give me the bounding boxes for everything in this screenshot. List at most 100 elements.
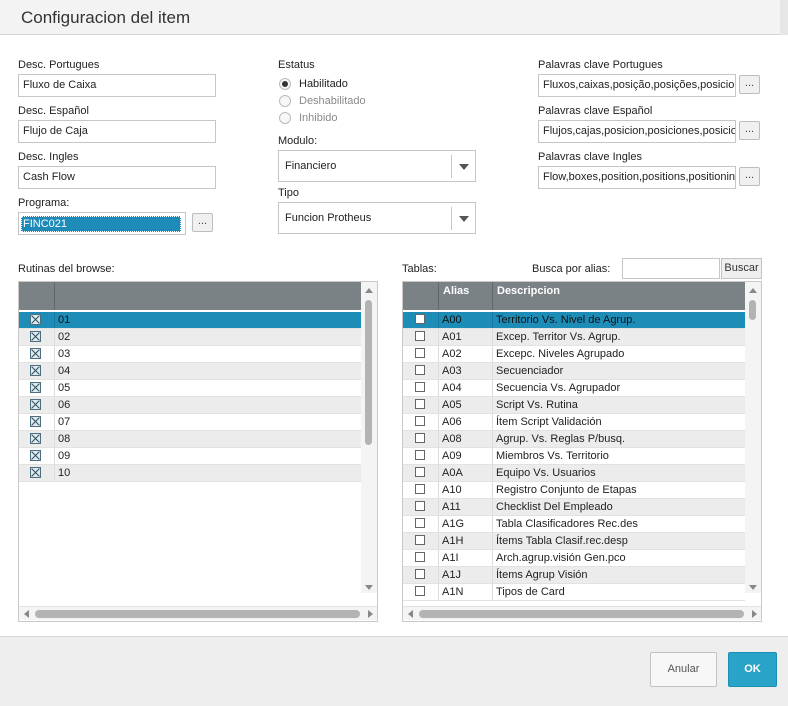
checkbox[interactable] xyxy=(415,569,425,579)
scroll-left-icon[interactable] xyxy=(24,610,29,618)
routine-row[interactable]: 02 xyxy=(19,329,361,346)
scroll-down-icon[interactable] xyxy=(365,585,373,590)
kw-portugues-button[interactable]: ... xyxy=(739,75,760,94)
checkbox[interactable] xyxy=(415,399,425,409)
checkbox[interactable] xyxy=(30,314,41,325)
kw-portugues-field[interactable]: Fluxos,caixas,posição,posições,posicio xyxy=(538,74,736,97)
routine-check-cell xyxy=(19,465,55,481)
checkbox[interactable] xyxy=(30,433,41,444)
routines-vscroll-thumb[interactable] xyxy=(365,300,372,445)
checkbox[interactable] xyxy=(415,348,425,358)
checkbox[interactable] xyxy=(30,331,41,342)
table-row[interactable]: A10 Registro Conjunto de Etapas xyxy=(403,482,745,499)
ok-button[interactable]: OK xyxy=(728,652,777,687)
scroll-up-icon[interactable] xyxy=(365,288,373,293)
checkbox[interactable] xyxy=(415,365,425,375)
checkbox[interactable] xyxy=(415,382,425,392)
kw-espanol-button[interactable]: ... xyxy=(739,121,760,140)
table-row[interactable]: A09 Miembros Vs. Territorio xyxy=(403,448,745,465)
routine-row[interactable]: 04 xyxy=(19,363,361,380)
checkbox[interactable] xyxy=(415,450,425,460)
kw-espanol-field[interactable]: Flujos,cajas,posicion,posiciones,posicio xyxy=(538,120,736,143)
checkbox[interactable] xyxy=(30,467,41,478)
table-desc-cell: Excep. Territor Vs. Agrup. xyxy=(496,331,621,343)
desc-ingles-field[interactable]: Cash Flow xyxy=(18,166,216,189)
table-row[interactable]: A0A Equipo Vs. Usuarios xyxy=(403,465,745,482)
routine-row[interactable]: 07 xyxy=(19,414,361,431)
routine-row[interactable]: 10 xyxy=(19,465,361,482)
routines-hscroll-thumb[interactable] xyxy=(35,610,360,618)
checkbox[interactable] xyxy=(415,501,425,511)
programa-field[interactable]: FINC021 xyxy=(18,212,186,235)
table-row[interactable]: A01 Excep. Territor Vs. Agrup. xyxy=(403,329,745,346)
checkbox[interactable] xyxy=(415,331,425,341)
checkbox[interactable] xyxy=(30,450,41,461)
checkbox[interactable] xyxy=(415,314,425,324)
routine-value: 09 xyxy=(58,450,71,462)
checkbox[interactable] xyxy=(30,399,41,410)
modulo-select[interactable]: Financiero xyxy=(278,150,476,182)
table-row[interactable]: A03 Secuenciador xyxy=(403,363,745,380)
programa-lookup-button[interactable]: ... xyxy=(192,213,213,232)
checkbox[interactable] xyxy=(30,348,41,359)
search-button[interactable]: Buscar xyxy=(721,258,762,279)
tables-vscroll[interactable] xyxy=(745,282,761,593)
table-row[interactable]: A00 Territorio Vs. Nivel de Agrup. xyxy=(403,312,745,329)
checkbox[interactable] xyxy=(415,484,425,494)
routine-row[interactable]: 01 xyxy=(19,312,361,329)
routine-row[interactable]: 05 xyxy=(19,380,361,397)
checkbox[interactable] xyxy=(30,416,41,427)
tables-vscroll-thumb[interactable] xyxy=(749,300,756,320)
radio-deshabilitado[interactable] xyxy=(279,95,291,107)
checkbox[interactable] xyxy=(30,365,41,376)
tables-grid[interactable]: Alias Descripcion A00 Territorio Vs. Nive… xyxy=(402,281,762,622)
scroll-right-icon[interactable] xyxy=(752,610,757,618)
checkbox[interactable] xyxy=(415,586,425,596)
checkbox[interactable] xyxy=(415,433,425,443)
table-row[interactable]: A1H Ítems Tabla Clasif.rec.desp xyxy=(403,533,745,550)
routine-check-cell xyxy=(19,329,55,345)
table-row[interactable]: A02 Excepc. Niveles Agrupado xyxy=(403,346,745,363)
routine-row[interactable]: 08 xyxy=(19,431,361,448)
routines-hscroll[interactable] xyxy=(19,606,377,620)
search-alias-input[interactable] xyxy=(622,258,720,279)
checkbox[interactable] xyxy=(415,518,425,528)
tipo-select[interactable]: Funcion Protheus xyxy=(278,202,476,234)
routine-row[interactable]: 06 xyxy=(19,397,361,414)
routine-row[interactable]: 09 xyxy=(19,448,361,465)
table-row[interactable]: A1I Arch.agrup.visión Gen.pco xyxy=(403,550,745,567)
tables-hscroll[interactable] xyxy=(403,606,761,620)
routine-row[interactable]: 03 xyxy=(19,346,361,363)
scroll-down-icon[interactable] xyxy=(749,585,757,590)
checkbox[interactable] xyxy=(415,416,425,426)
scroll-right-icon[interactable] xyxy=(368,610,373,618)
routines-vscroll[interactable] xyxy=(361,282,377,593)
radio-inhibido[interactable] xyxy=(279,112,291,124)
checkbox[interactable] xyxy=(415,535,425,545)
tables-alias-column[interactable]: Alias xyxy=(439,282,493,310)
table-row[interactable]: A1J Ítems Agrup Visión xyxy=(403,567,745,584)
table-row[interactable]: A06 Ítem Script Validación xyxy=(403,414,745,431)
table-row[interactable]: A05 Script Vs. Rutina xyxy=(403,397,745,414)
tables-hscroll-thumb[interactable] xyxy=(419,610,744,618)
radio-habilitado[interactable] xyxy=(279,78,291,90)
desc-portugues-field[interactable]: Fluxo de Caixa xyxy=(18,74,216,97)
scroll-left-icon[interactable] xyxy=(408,610,413,618)
table-row[interactable]: A1G Tabla Clasificadores Rec.des xyxy=(403,516,745,533)
table-row[interactable]: A08 Agrup. Vs. Reglas P/busq. xyxy=(403,431,745,448)
checkbox[interactable] xyxy=(415,467,425,477)
desc-espanol-field[interactable]: Flujo de Caja xyxy=(18,120,216,143)
checkbox[interactable] xyxy=(415,552,425,562)
routines-grid[interactable]: 01 02 03 04 05 06 07 08 09 10 xyxy=(18,281,378,622)
table-row[interactable]: A1N Tipos de Card xyxy=(403,584,745,601)
tables-descripcion-column[interactable]: Descripcion xyxy=(493,282,745,310)
cancel-button[interactable]: Anular xyxy=(650,652,717,687)
kw-ingles-button[interactable]: ... xyxy=(739,167,760,186)
table-row[interactable]: A11 Checklist Del Empleado xyxy=(403,499,745,516)
programa-label: Programa: xyxy=(18,197,70,209)
kw-ingles-field[interactable]: Flow,boxes,position,positions,positionin xyxy=(538,166,736,189)
scroll-up-icon[interactable] xyxy=(749,288,757,293)
estatus-label: Estatus xyxy=(278,59,315,71)
checkbox[interactable] xyxy=(30,382,41,393)
table-row[interactable]: A04 Secuencia Vs. Agrupador xyxy=(403,380,745,397)
